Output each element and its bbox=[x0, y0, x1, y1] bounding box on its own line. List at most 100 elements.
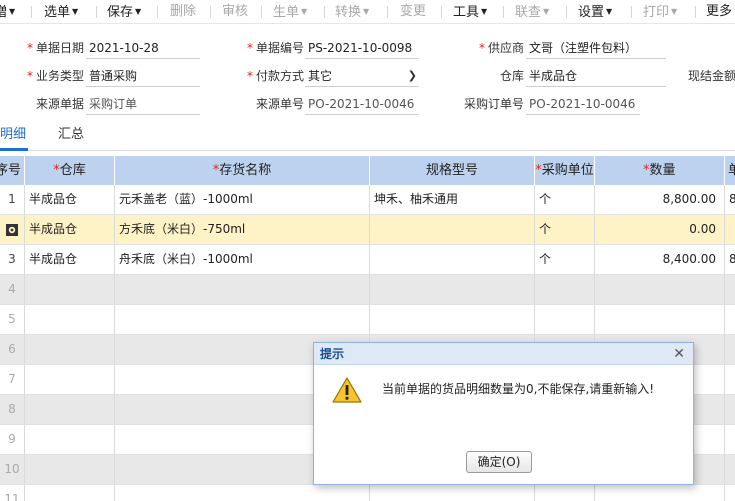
warehouse-field[interactable]: 半成品仓 bbox=[526, 65, 666, 87]
toolbar-tools-button[interactable]: 工具 ▼ bbox=[453, 3, 487, 21]
close-icon[interactable]: ✕ bbox=[673, 343, 685, 365]
table-row[interactable]: 1 半成品仓 元禾盖老（蓝）-1000ml 坤禾、柚禾通用 个 8,800.00… bbox=[0, 185, 735, 215]
toolbar-save-button[interactable]: 保存 ▼ bbox=[107, 3, 141, 21]
toolbar-save-label: 保存 bbox=[107, 5, 134, 20]
cell-unit[interactable] bbox=[535, 485, 595, 501]
cell-item-name[interactable] bbox=[115, 485, 370, 501]
chevron-down-icon: ▼ bbox=[606, 7, 613, 16]
toolbar-settings-button[interactable]: 设置 ▼ bbox=[578, 3, 612, 21]
cell-warehouse[interactable] bbox=[25, 335, 115, 364]
tab-divider bbox=[0, 150, 735, 151]
cell-warehouse[interactable] bbox=[25, 365, 115, 394]
cell-warehouse[interactable] bbox=[25, 395, 115, 424]
toolbar-change-button[interactable]: 变更 bbox=[400, 3, 426, 21]
table-row[interactable]: 半成品仓 方禾底（米白）-750ml 个 0.00 bbox=[0, 215, 735, 245]
col-header-unit[interactable]: *采购单位 bbox=[535, 156, 595, 185]
cell-unit[interactable]: 个 bbox=[535, 245, 595, 274]
supplier-field[interactable]: 文哥（注塑件包料） bbox=[526, 37, 666, 59]
toolbar-divider bbox=[631, 6, 632, 18]
cell-warehouse[interactable]: 半成品仓 bbox=[25, 245, 115, 274]
cell-qty[interactable]: 8,800.00 bbox=[595, 185, 725, 214]
cell-spec[interactable] bbox=[370, 245, 535, 274]
payment-select-value: 其它 bbox=[308, 69, 333, 83]
toolbar-select-button[interactable]: 选单 ▼ bbox=[44, 3, 78, 21]
cell-warehouse[interactable]: 半成品仓 bbox=[25, 185, 115, 214]
toolbar-divider bbox=[695, 6, 696, 18]
toolbar-generate-button[interactable]: 生单 ▼ bbox=[273, 3, 307, 21]
biz-type-field[interactable]: 普通采购 bbox=[86, 65, 200, 87]
toolbar-delete-button[interactable]: 删除 bbox=[170, 3, 196, 21]
cell-qty[interactable] bbox=[595, 305, 725, 334]
doc-date-label: * 单据日期 bbox=[26, 41, 84, 55]
doc-no-field[interactable]: PS-2021-10-0098 bbox=[305, 37, 419, 59]
toolbar-generate-label: 生单 bbox=[273, 5, 300, 20]
cell-qty[interactable] bbox=[595, 485, 725, 501]
src-no-label: 来源单号 bbox=[255, 97, 304, 111]
cell-spec[interactable]: 坤禾、柚禾通用 bbox=[370, 185, 535, 214]
cell-item-name[interactable]: 方禾底（米白）-750ml bbox=[115, 215, 370, 244]
cell-qty[interactable]: 8,400.00 bbox=[595, 245, 725, 274]
cell-spec[interactable] bbox=[370, 485, 535, 501]
payment-select[interactable]: 其它 ❯ bbox=[305, 65, 419, 87]
doc-date-field[interactable]: 2021-10-28 bbox=[86, 37, 200, 59]
cell-unit[interactable] bbox=[535, 305, 595, 334]
cell-spec[interactable] bbox=[370, 275, 535, 304]
toolbar-query-button[interactable]: 联查 ▼ bbox=[515, 3, 549, 21]
chevron-down-icon: ▼ bbox=[135, 7, 142, 16]
cell-item-name[interactable]: 元禾盖老（蓝）-1000ml bbox=[115, 185, 370, 214]
toolbar-add-button[interactable]: 増 ▼ bbox=[0, 3, 15, 21]
cell-qty[interactable] bbox=[595, 275, 725, 304]
cell-warehouse[interactable] bbox=[25, 485, 115, 501]
tab-detail[interactable]: 明细 bbox=[0, 124, 26, 146]
cell-warehouse[interactable]: 半成品仓 bbox=[25, 215, 115, 244]
toolbar-query-label: 联查 bbox=[515, 5, 542, 20]
cell-next[interactable]: 8 bbox=[725, 245, 735, 274]
cell-item-name[interactable]: 舟禾底（米白）-1000ml bbox=[115, 245, 370, 274]
tab-summary[interactable]: 汇总 bbox=[58, 124, 84, 146]
cell-unit[interactable]: 个 bbox=[535, 185, 595, 214]
table-row[interactable]: 3 半成品仓 舟禾底（米白）-1000ml 个 8,400.00 8 bbox=[0, 245, 735, 275]
col-header-qty[interactable]: *数量 bbox=[595, 156, 725, 185]
toolbar-select-label: 选单 bbox=[44, 5, 71, 20]
chevron-down-icon: ▼ bbox=[9, 7, 16, 16]
chevron-down-icon: ▼ bbox=[363, 7, 370, 16]
warning-icon bbox=[332, 377, 362, 403]
cell-seq: 3 bbox=[0, 245, 25, 274]
cell-warehouse[interactable] bbox=[25, 305, 115, 334]
col-header-next[interactable]: 单 bbox=[725, 156, 735, 185]
toolbar-divider bbox=[96, 6, 97, 18]
cell-item-name[interactable] bbox=[115, 305, 370, 334]
src-doc-field[interactable]: 采购订单 bbox=[86, 93, 200, 115]
ok-button[interactable]: 确定(O) bbox=[466, 451, 532, 473]
cell-seq: 9 bbox=[0, 425, 25, 454]
toolbar-more-button[interactable]: 更多 bbox=[706, 3, 732, 21]
table-row-empty[interactable]: 5 bbox=[0, 305, 735, 335]
cell-next[interactable]: 8 bbox=[725, 185, 735, 214]
col-header-warehouse[interactable]: *仓库 bbox=[25, 156, 115, 185]
toolbar-audit-button[interactable]: 审核 bbox=[222, 3, 248, 21]
cell-seq: 7 bbox=[0, 365, 25, 394]
cell-qty[interactable]: 0.00 bbox=[595, 215, 725, 244]
cell-item-name[interactable] bbox=[115, 275, 370, 304]
cell-warehouse[interactable] bbox=[25, 275, 115, 304]
cell-spec[interactable] bbox=[370, 215, 535, 244]
src-no-field[interactable]: PO-2021-10-0046 bbox=[305, 93, 419, 115]
col-header-spec[interactable]: 规格型号 bbox=[370, 156, 535, 185]
toolbar-convert-button[interactable]: 转换 ▼ bbox=[335, 3, 369, 21]
table-row-empty[interactable]: 11 bbox=[0, 485, 735, 501]
cell-seq: 11 bbox=[0, 485, 25, 501]
cell-next[interactable] bbox=[725, 215, 735, 244]
cell-spec[interactable] bbox=[370, 305, 535, 334]
cell-warehouse[interactable] bbox=[25, 455, 115, 484]
cell-unit[interactable]: 个 bbox=[535, 215, 595, 244]
row-settings-icon[interactable] bbox=[0, 215, 25, 244]
cell-unit[interactable] bbox=[535, 275, 595, 304]
toolbar-add-label: 増 bbox=[0, 5, 8, 20]
table-row-empty[interactable]: 4 bbox=[0, 275, 735, 305]
col-header-seq[interactable]: 序号 bbox=[0, 156, 25, 185]
toolbar-print-button[interactable]: 打印 ▼ bbox=[643, 3, 677, 21]
cell-warehouse[interactable] bbox=[25, 425, 115, 454]
po-no-field[interactable]: PO-2021-10-0046 bbox=[526, 93, 640, 115]
toolbar-divider bbox=[157, 6, 158, 18]
col-header-item-name[interactable]: *存货名称 bbox=[115, 156, 370, 185]
